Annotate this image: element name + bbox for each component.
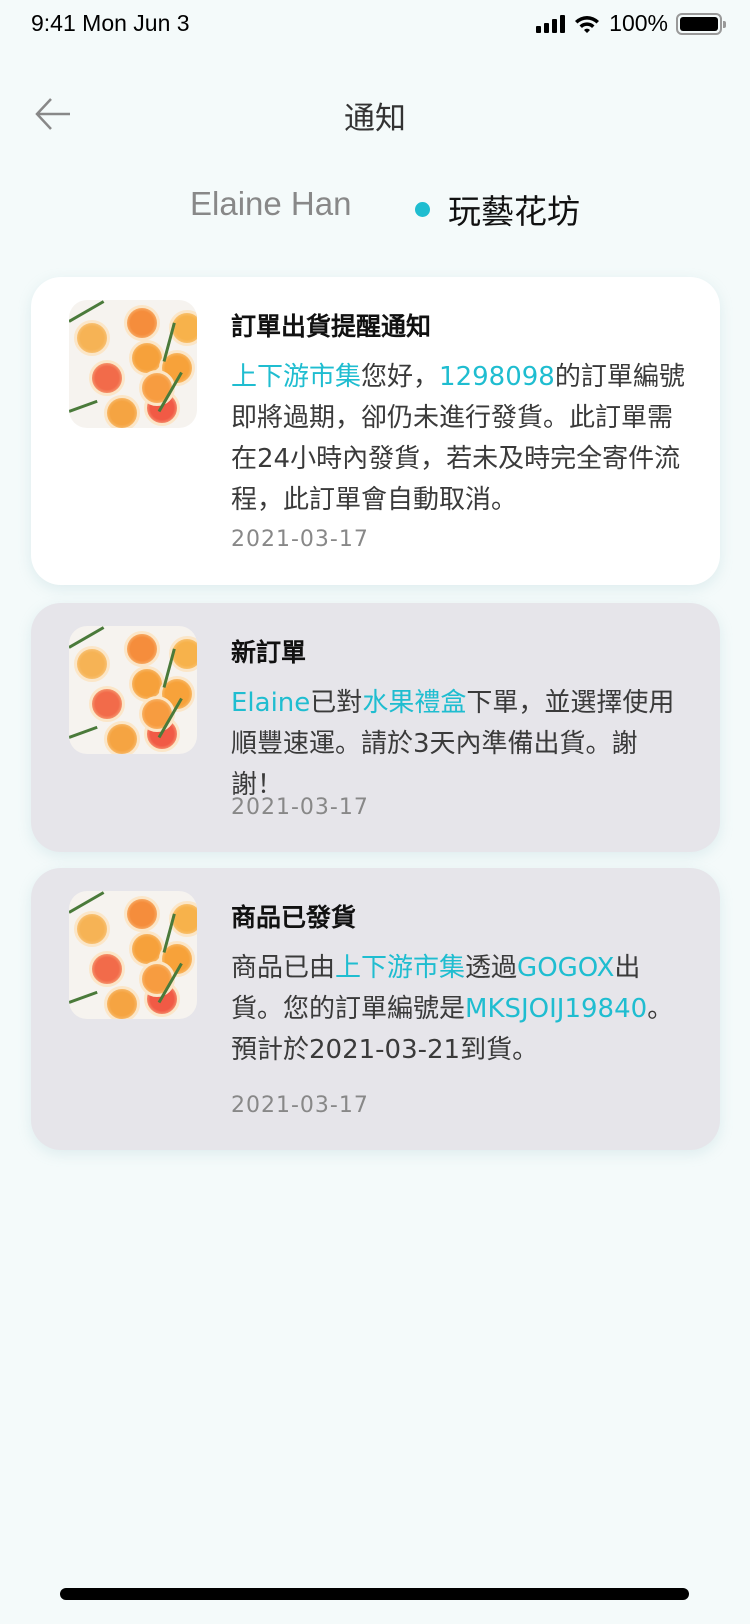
notification-card[interactable]: 商品已發貨 商品已由上下游市集透過GOGOX出貨。您的訂單編號是MKSJOIJ1…: [31, 868, 720, 1150]
signal-icon: [536, 14, 566, 33]
status-bar: 9:41 Mon Jun 3 100%: [0, 8, 750, 38]
page-title: 通知: [344, 101, 406, 137]
body-text: 您好，: [361, 362, 440, 392]
notification-body: 上下游市集您好，1298098的訂單編號即將過期，卻仍未進行發貨。此訂單需在24…: [231, 357, 686, 521]
notification-body: 商品已由上下游市集透過GOGOX出貨。您的訂單編號是MKSJOIJ19840。預…: [231, 948, 686, 1071]
notification-date: 2021-03-17: [231, 527, 369, 552]
notification-title: 商品已發貨: [231, 903, 357, 932]
notification-date: 2021-03-17: [231, 1093, 369, 1118]
highlight-text: MKSJOIJ19840: [465, 994, 648, 1024]
status-time: 9:41 Mon Jun 3: [31, 10, 190, 36]
notification-card[interactable]: 訂單出貨提醒通知 上下游市集您好，1298098的訂單編號即將過期，卻仍未進行發…: [31, 277, 720, 585]
tab-label: 玩藝花坊: [448, 192, 580, 231]
highlight-text: 1298098: [439, 362, 555, 392]
body-text: 已對: [310, 688, 363, 718]
notification-image: [69, 891, 197, 1019]
notification-body: Elaine已對水果禮盒下單，並選擇使用順豐速運。請於3天內準備出貨。謝謝！: [231, 683, 686, 806]
active-dot-icon: [415, 201, 430, 217]
home-indicator: [60, 1588, 689, 1600]
highlight-text: Elaine: [231, 688, 311, 718]
battery-percent: 100%: [609, 10, 668, 36]
notification-title: 訂單出貨提醒通知: [231, 312, 432, 341]
highlight-text: GOGOX: [517, 953, 615, 983]
highlight-text: 上下游市集: [231, 362, 362, 392]
notification-image: [69, 626, 197, 754]
tab-shop[interactable]: 玩藝花坊: [415, 185, 580, 233]
wifi-icon: [575, 15, 600, 33]
notification-image: [69, 300, 197, 428]
highlight-text: 水果禮盒: [362, 688, 467, 718]
tab-elaine-han[interactable]: Elaine Han: [190, 185, 351, 223]
battery-icon: [676, 12, 726, 35]
highlight-text: 上下游市集: [335, 953, 466, 983]
body-text: 商品已由: [231, 953, 336, 983]
notification-title: 新訂單: [231, 638, 307, 667]
body-text: 透過: [465, 953, 518, 983]
notification-date: 2021-03-17: [231, 795, 369, 820]
account-tabs: Elaine Han 玩藝花坊: [0, 185, 750, 231]
notification-card[interactable]: 新訂單 Elaine已對水果禮盒下單，並選擇使用順豐速運。請於3天內準備出貨。謝…: [31, 603, 720, 852]
